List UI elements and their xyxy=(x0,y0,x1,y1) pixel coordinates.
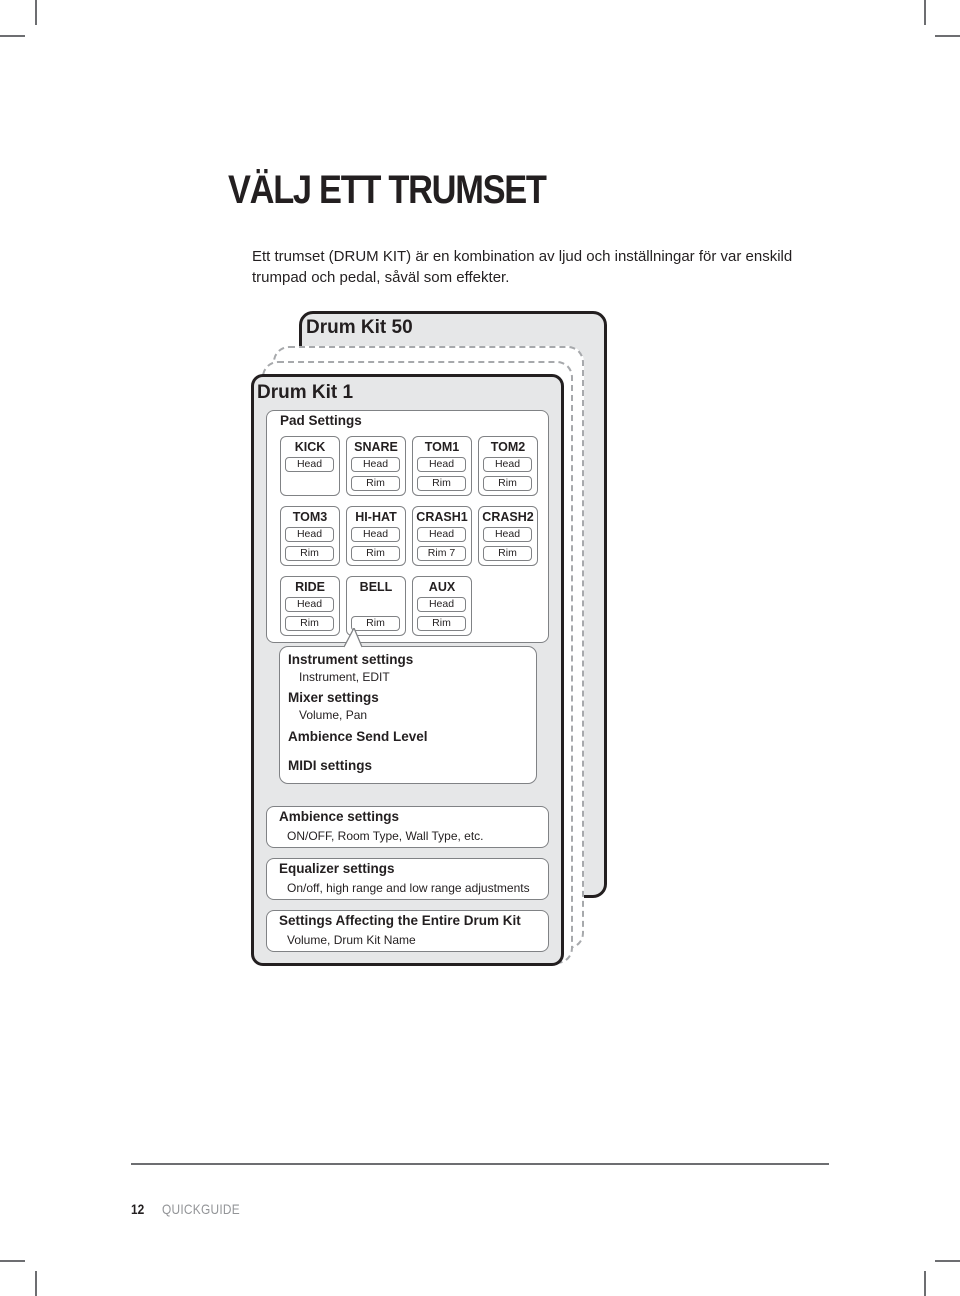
pad-name: SNARE xyxy=(354,440,398,454)
pad-tom2: TOM2 Head Rim xyxy=(478,436,538,496)
zone-head: Head xyxy=(351,527,400,542)
ambience-settings-box: Ambience settings ON/OFF, Room Type, Wal… xyxy=(266,806,549,848)
entire-kit-settings-box: Settings Affecting the Entire Drum Kit V… xyxy=(266,910,549,952)
zone-head: Head xyxy=(483,527,532,542)
zone-rim: Rim xyxy=(285,546,334,561)
instrument-settings-detail: Instrument, EDIT xyxy=(299,670,390,684)
zone-head: Head xyxy=(417,527,466,542)
zone-rim: Rim xyxy=(417,616,466,631)
entire-kit-settings-detail: Volume, Drum Kit Name xyxy=(287,933,416,947)
zone-rim: Rim xyxy=(351,546,400,561)
crop-mark xyxy=(0,1260,25,1262)
pad-name: TOM2 xyxy=(490,440,526,454)
intro-paragraph: Ett trumset (DRUM KIT) är en kombination… xyxy=(252,248,793,286)
pad-tom3: TOM3 Head Rim xyxy=(280,506,340,566)
page-title: VÄLJ ETT TRUMSET xyxy=(228,168,547,212)
pad-settings-label: Pad Settings xyxy=(280,413,362,428)
zone-head: Head xyxy=(285,597,334,612)
pad-bell: BELL Rim xyxy=(346,576,406,636)
entire-kit-settings-label: Settings Affecting the Entire Drum Kit xyxy=(279,913,521,928)
mixer-settings-label: Mixer settings xyxy=(288,690,379,705)
pad-name: CRASH1 xyxy=(416,510,468,524)
equalizer-settings-box: Equalizer settings On/off, high range an… xyxy=(266,858,549,900)
pad-aux: AUX Head Rim xyxy=(412,576,472,636)
mixer-settings-detail: Volume, Pan xyxy=(299,708,368,722)
footer-label: QUICKGUIDE xyxy=(162,1201,240,1217)
equalizer-settings-label: Equalizer settings xyxy=(279,861,395,876)
pad-name: TOM3 xyxy=(292,510,328,524)
pad-hi-hat: HI-HAT Head Rim xyxy=(346,506,406,566)
pad-crash1: CRASH1 Head Rim 7 xyxy=(412,506,472,566)
pad-name: CRASH2 xyxy=(482,510,534,524)
pad-kick: KICK Head xyxy=(280,436,340,496)
pad-name: TOM1 xyxy=(424,440,460,454)
zone-head: Head xyxy=(417,457,466,472)
ambience-send-level-label: Ambience Send Level xyxy=(288,729,428,744)
pad-name: RIDE xyxy=(295,580,325,594)
zone-head: Head xyxy=(417,597,466,612)
zone-head: Head xyxy=(285,457,334,472)
crop-mark xyxy=(35,1271,37,1296)
callout-pointer xyxy=(344,628,363,648)
crop-mark xyxy=(35,0,37,25)
crop-mark xyxy=(924,0,926,25)
pad-ride: RIDE Head Rim xyxy=(280,576,340,636)
midi-settings-label: MIDI settings xyxy=(288,758,373,773)
crop-mark xyxy=(0,35,25,37)
zone-head: Head xyxy=(285,527,334,542)
zone-rim: Rim xyxy=(483,476,532,491)
drum-kit-50-title: Drum Kit 50 xyxy=(306,317,413,338)
footer-rule xyxy=(131,1163,829,1165)
pad-crash2: CRASH2 Head Rim xyxy=(478,506,538,566)
instrument-settings-label: Instrument settings xyxy=(288,652,414,667)
pad-name: KICK xyxy=(294,440,326,454)
pad-name: AUX xyxy=(428,580,456,594)
zone-rim: Rim 7 xyxy=(417,546,466,561)
zone-head: Head xyxy=(351,457,400,472)
zone-head: Head xyxy=(483,457,532,472)
equalizer-settings-detail: On/off, high range and low range adjustm… xyxy=(287,881,530,895)
ambience-settings-detail: ON/OFF, Room Type, Wall Type, etc. xyxy=(287,829,484,843)
zone-rim: Rim xyxy=(285,616,334,631)
page-number: 12 xyxy=(131,1201,145,1217)
crop-mark xyxy=(935,1260,960,1262)
pad-name: BELL xyxy=(359,580,393,594)
pad-name: HI-HAT xyxy=(355,510,397,524)
crop-mark xyxy=(924,1271,926,1296)
zone-rim: Rim xyxy=(483,546,532,561)
drum-kit-1-title: Drum Kit 1 xyxy=(257,382,354,403)
zone-rim: Rim xyxy=(351,476,400,491)
zone-rim: Rim xyxy=(417,476,466,491)
ambience-settings-label: Ambience settings xyxy=(279,809,400,824)
crop-mark xyxy=(935,35,960,37)
pad-tom1: TOM1 Head Rim xyxy=(412,436,472,496)
pad-snare: SNARE Head Rim xyxy=(346,436,406,496)
